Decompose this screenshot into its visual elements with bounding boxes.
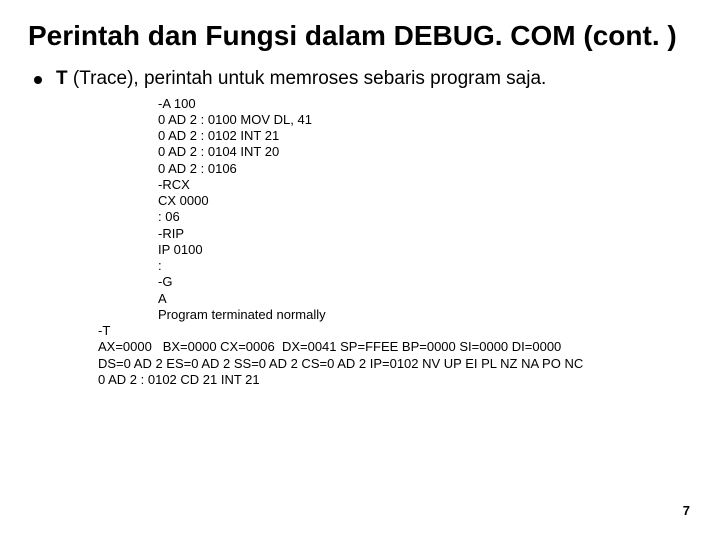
bullet-item: T (Trace), perintah untuk memroses sebar… xyxy=(34,67,692,92)
command-letter: T xyxy=(56,68,68,89)
page-number: 7 xyxy=(683,503,690,518)
bullet-rest: (Trace), perintah untuk memroses sebaris… xyxy=(68,68,547,89)
code-block-indented: -A 100 0 AD 2 : 0100 MOV DL, 41 0 AD 2 :… xyxy=(158,96,692,324)
bullet-icon xyxy=(34,76,42,84)
slide-title: Perintah dan Fungsi dalam DEBUG. COM (co… xyxy=(28,18,692,53)
bullet-text: T (Trace), perintah untuk memroses sebar… xyxy=(56,67,546,92)
code-block-wide: -T AX=0000 BX=0000 CX=0006 DX=0041 SP=FF… xyxy=(98,323,692,388)
